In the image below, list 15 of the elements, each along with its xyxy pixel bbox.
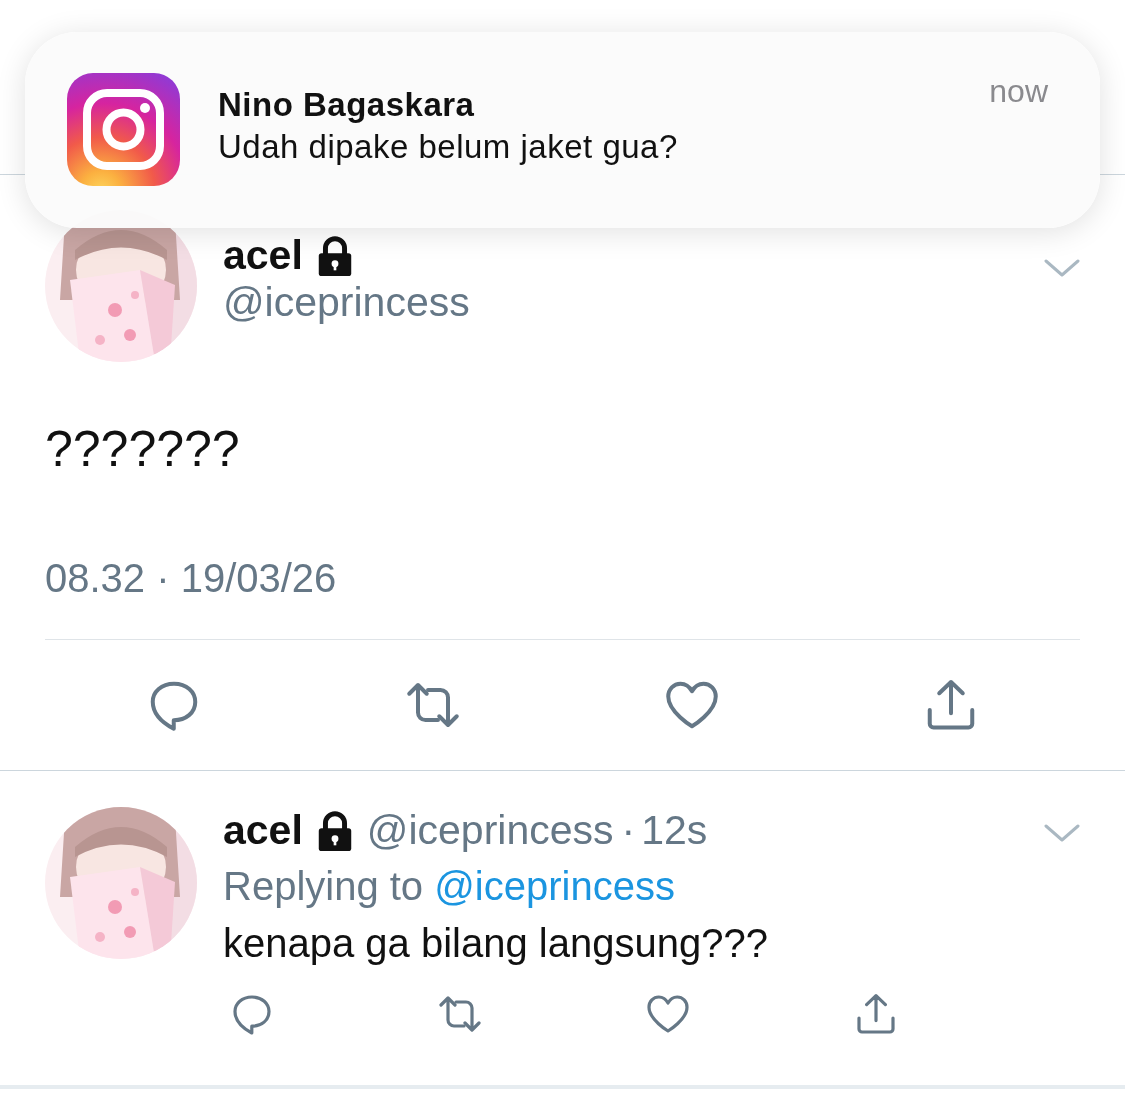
notification-message: Udah dipake belum jaket gua? [218, 128, 679, 166]
notification-banner[interactable]: Nino Bagaskara Udah dipake belum jaket gua? now [25, 32, 1100, 228]
reply-text: kenapa ga bilang langsung??? [223, 921, 769, 966]
reply-time: 12s [641, 807, 708, 854]
display-name: acel [223, 807, 303, 854]
tweet-text: ??????? [45, 420, 241, 478]
tweet-timestamp: 08.32 · 19/03/26 [45, 556, 337, 600]
notification-title: Nino Bagaskara [218, 86, 476, 124]
notification-time: now [989, 73, 1048, 110]
display-name: acel [223, 232, 303, 279]
user-handle: @iceprincess [223, 279, 471, 326]
separator-dot: · [621, 807, 636, 854]
replying-label: Replying to [223, 864, 424, 908]
user-handle: @iceprincess [366, 807, 614, 854]
camera-app-icon [67, 73, 180, 186]
